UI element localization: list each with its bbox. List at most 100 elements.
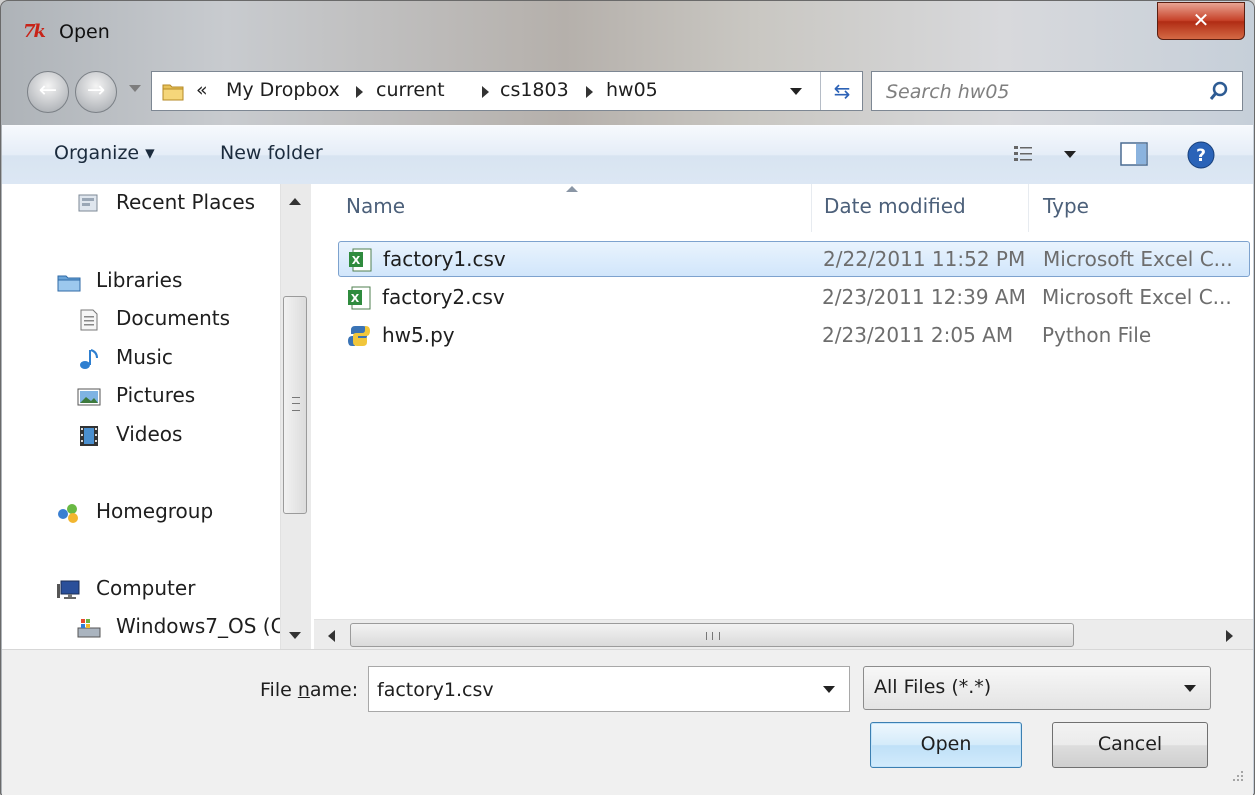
- recent-locations-dropdown-icon[interactable]: [129, 85, 141, 92]
- forward-arrow-icon: →: [86, 78, 106, 103]
- grip-icon: [706, 632, 720, 640]
- file-list[interactable]: Name Date modified Type X factory1.csv 2…: [314, 184, 1253, 649]
- file-name-label-accesskey: n: [297, 679, 310, 701]
- python-file-icon: [348, 326, 370, 346]
- search-icon[interactable]: [1208, 80, 1230, 102]
- scroll-thumb[interactable]: [350, 623, 1074, 647]
- nav-label: Recent Places: [116, 190, 256, 214]
- breadcrumb-overflow[interactable]: «: [196, 79, 208, 101]
- breadcrumb-separator-icon[interactable]: [482, 86, 489, 98]
- breadcrumb-current[interactable]: current: [376, 79, 445, 101]
- videos-icon: [80, 426, 98, 446]
- breadcrumb-cs1803[interactable]: cs1803: [500, 79, 569, 101]
- column-header-type[interactable]: Type: [1043, 194, 1089, 218]
- nav-label: Libraries: [96, 268, 183, 292]
- file-row-factory1[interactable]: X factory1.csv 2/22/2011 11:52 PM Micros…: [338, 241, 1250, 277]
- scroll-thumb[interactable]: [283, 296, 307, 514]
- nav-label: Computer: [96, 576, 196, 600]
- nav-label: Pictures: [116, 383, 196, 407]
- documents-icon: [80, 309, 98, 331]
- preview-pane-icon[interactable]: [1120, 141, 1148, 167]
- scroll-left-arrow-icon[interactable]: [328, 630, 335, 642]
- file-name-label-part: ame:: [309, 679, 359, 701]
- grip-icon: [292, 397, 300, 411]
- file-type: Microsoft Excel C...: [1043, 247, 1233, 271]
- column-divider[interactable]: [811, 184, 812, 232]
- scroll-up-arrow-icon[interactable]: [289, 198, 301, 205]
- nav-label: Documents: [116, 306, 231, 330]
- column-header-name[interactable]: Name: [346, 194, 405, 218]
- dialog-footer: File name: All Files (*.*) Open Cancel: [2, 649, 1253, 795]
- breadcrumb-separator-icon[interactable]: [586, 86, 593, 98]
- content-area: Recent Places Libraries Documents Music …: [2, 184, 1253, 649]
- scroll-down-arrow-icon[interactable]: [289, 632, 301, 639]
- file-row-hw5[interactable]: hw5.py 2/23/2011 2:05 AM Python File: [338, 318, 1250, 354]
- refresh-icon: ⇆: [833, 79, 851, 103]
- open-dialog: 7k Open ✕ ← → « My Dropbox current cs180…: [0, 0, 1255, 795]
- file-name: hw5.py: [382, 323, 455, 347]
- file-name-dropdown-icon[interactable]: [823, 686, 835, 693]
- resize-grip-icon[interactable]: [1226, 768, 1246, 788]
- open-button[interactable]: Open: [870, 722, 1022, 768]
- nav-label: Homegroup: [96, 499, 214, 523]
- file-date: 2/22/2011 11:52 PM: [823, 247, 1026, 271]
- scroll-right-arrow-icon[interactable]: [1226, 630, 1233, 642]
- file-list-scrollbar[interactable]: [314, 619, 1253, 649]
- nav-label: Music: [116, 345, 173, 369]
- column-header-date-modified[interactable]: Date modified: [824, 194, 966, 218]
- refresh-button[interactable]: ⇆: [820, 72, 863, 110]
- view-dropdown-icon[interactable]: [1064, 151, 1076, 158]
- file-type-dropdown-icon: [1184, 685, 1196, 692]
- file-type: Python File: [1042, 323, 1152, 347]
- nav-label: Videos: [116, 422, 183, 446]
- music-icon: [80, 349, 98, 369]
- back-arrow-icon: ←: [38, 78, 58, 103]
- cancel-button[interactable]: Cancel: [1052, 722, 1208, 768]
- address-bar[interactable]: « My Dropbox current cs1803 hw05 ⇆: [151, 71, 863, 111]
- navigation-scrollbar[interactable]: [280, 184, 311, 649]
- file-date: 2/23/2011 2:05 AM: [822, 323, 1014, 347]
- drive-icon: [77, 619, 101, 638]
- breadcrumb-hw05[interactable]: hw05: [606, 79, 658, 101]
- column-divider[interactable]: [1028, 184, 1029, 232]
- file-name-label-part: File: [260, 679, 298, 701]
- organize-button[interactable]: Organize ▾: [54, 142, 155, 164]
- computer-icon: [57, 580, 80, 599]
- excel-csv-icon: X: [349, 248, 372, 272]
- file-date: 2/23/2011 12:39 AM: [822, 285, 1026, 309]
- breadcrumb-separator-icon[interactable]: [356, 86, 363, 98]
- title-bar[interactable]: 7k Open ✕: [1, 1, 1254, 63]
- forward-button[interactable]: →: [75, 71, 117, 113]
- window-title: Open: [59, 21, 110, 43]
- address-dropdown-icon[interactable]: [790, 88, 802, 95]
- search-box[interactable]: [871, 71, 1243, 111]
- search-input[interactable]: [884, 76, 1188, 108]
- breadcrumb-my-dropbox[interactable]: My Dropbox: [226, 79, 340, 101]
- file-type: Microsoft Excel C...: [1042, 285, 1232, 309]
- view-options-icon[interactable]: [1012, 143, 1034, 165]
- file-name: factory2.csv: [382, 285, 505, 309]
- nav-label: Windows7_OS (C: [116, 614, 285, 638]
- file-row-factory2[interactable]: X factory2.csv 2/23/2011 12:39 AM Micros…: [338, 280, 1250, 316]
- recent-places-icon: [78, 194, 98, 212]
- homegroup-icon: [58, 504, 78, 523]
- pictures-icon: [77, 388, 101, 406]
- libraries-icon: [57, 275, 81, 292]
- navigation-pane[interactable]: Recent Places Libraries Documents Music …: [2, 184, 312, 649]
- file-type-value: All Files (*.*): [874, 676, 992, 698]
- svg-text:X: X: [351, 292, 360, 305]
- help-icon[interactable]: ?: [1186, 140, 1216, 170]
- tk-app-icon: 7k: [23, 21, 46, 42]
- file-type-select[interactable]: All Files (*.*): [863, 666, 1211, 710]
- back-button[interactable]: ←: [27, 71, 69, 113]
- file-name-combobox[interactable]: [368, 666, 850, 712]
- file-name-input[interactable]: [375, 675, 809, 705]
- file-name-label: File name:: [260, 679, 358, 701]
- command-toolbar: Organize ▾ New folder ?: [2, 125, 1253, 185]
- excel-csv-icon: X: [348, 286, 371, 310]
- close-icon: ✕: [1192, 8, 1210, 32]
- file-name: factory1.csv: [383, 247, 506, 271]
- folder-icon: [162, 84, 184, 101]
- new-folder-button[interactable]: New folder: [220, 142, 323, 164]
- close-button[interactable]: ✕: [1157, 2, 1245, 40]
